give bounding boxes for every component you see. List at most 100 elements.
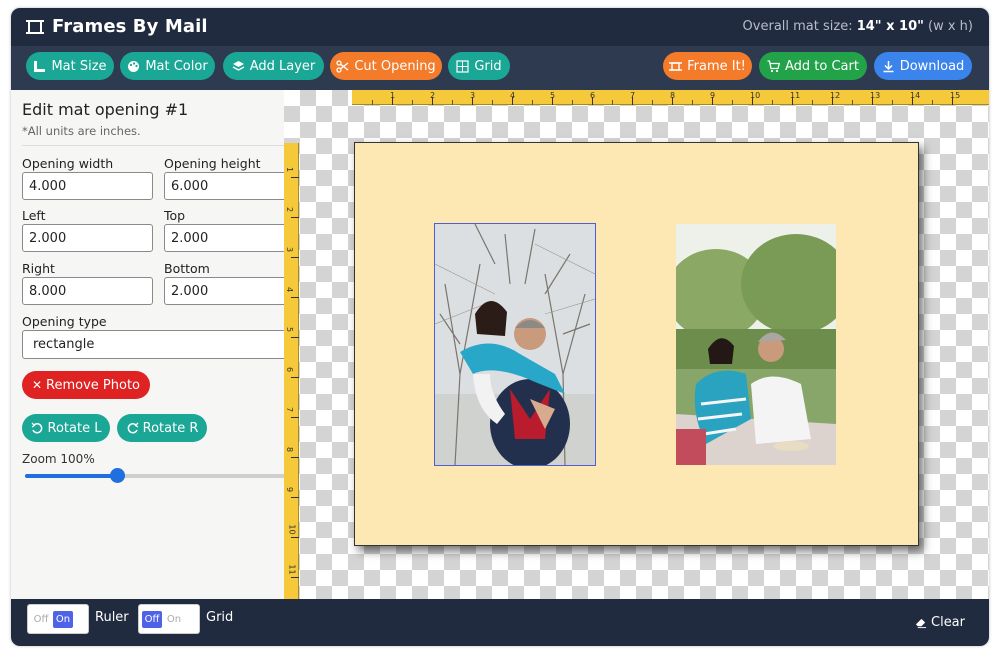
download-icon [883,60,894,72]
bottom-bar: Off On Ruler Off On Grid Clear [11,599,989,646]
frame-it-button[interactable]: Frame It! [663,52,752,80]
left-ruler: 1 2 3 4 5 6 7 8 9 10 11 [284,143,299,599]
cut-opening-label: Cut Opening [354,58,436,74]
zoom-slider-fill [25,474,117,478]
opening-type-value: rectangle [33,337,95,352]
top-label: Top [164,208,186,223]
clear-button[interactable]: Clear [915,615,965,630]
mat-size-button[interactable]: Mat Size [26,52,114,80]
units-note: *All units are inches. [22,124,141,138]
opening-height-input[interactable] [164,172,284,200]
ruler-tick [612,100,613,105]
ruler-tick [772,100,773,105]
top-input[interactable] [164,224,284,252]
ruler-tick [291,577,299,578]
ruler-tick-label: 1 [390,91,396,100]
ruler-tick-label: 9 [710,91,716,100]
ruler-tick [452,100,453,105]
ruler-tick [852,100,853,105]
rotate-left-button[interactable]: Rotate L [22,414,110,442]
opening-width-input[interactable] [22,172,153,200]
ruler-tick-label: 2 [430,91,436,100]
layers-icon [232,60,245,71]
ruler-tick-label: 10 [287,524,297,535]
grid-toggle[interactable]: Off On [138,604,200,634]
toolbar: Mat Size Mat Color Add Layer Cut Opening… [11,46,989,90]
ruler-tick [692,100,693,105]
opening-height-label: Opening height [164,156,261,171]
remove-photo-button[interactable]: ✕ Remove Photo [22,371,150,399]
right-input[interactable] [22,277,153,305]
ruler-tick-label: 7 [285,406,295,413]
ruler-tick [291,217,299,218]
mat-color-button[interactable]: Mat Color [120,52,215,80]
cart-icon [767,59,780,72]
ruler-tick-label: 2 [285,206,295,213]
ruler-tick [291,457,299,458]
ruler-tick-label: 8 [670,91,676,100]
grid-toggle-on[interactable]: On [164,611,184,628]
ruler-tick-label: 15 [950,91,961,100]
ruler-tick [291,297,299,298]
ruler-tick [652,100,653,105]
ruler-toggle[interactable]: Off On [27,604,89,634]
opening-type-select[interactable]: rectangle [22,330,284,359]
ruler-icon [34,60,46,72]
add-layer-button[interactable]: Add Layer [223,52,324,80]
top-ruler: 1 2 3 4 5 6 7 8 9 10 11 12 13 14 15 [352,90,989,105]
ruler-tick-label: 7 [630,91,636,100]
ruler-tick-label: 5 [550,91,556,100]
frame-it-label: Frame It! [687,58,746,74]
cut-opening-button[interactable]: Cut Opening [330,52,442,80]
ruler-tick-label: 10 [750,91,761,100]
opening-width-label: Opening width [22,156,114,171]
ruler-tick-label: 1 [285,166,295,173]
bottom-input[interactable] [164,277,284,305]
frame-icon [669,61,683,71]
ruler-tick-label: 4 [510,91,516,100]
edit-panel: Edit mat opening #1 *All units are inche… [11,90,284,599]
ruler-tick-label: 4 [285,286,295,293]
grid-toggle-label: Grid [206,610,234,625]
ruler-toggle-off[interactable]: Off [31,611,51,628]
scissors-icon [336,59,349,73]
mat-board[interactable] [354,142,919,546]
download-button[interactable]: Download [874,52,972,80]
mat-opening-2[interactable] [676,224,836,465]
ruler-tick-label: 6 [285,366,295,373]
rotate-left-icon [31,422,42,433]
mat-color-label: Mat Color [145,58,208,74]
ruler-tick-label: 13 [870,91,881,100]
app-title: Frames By Mail [52,16,208,37]
rotate-right-icon [127,422,139,433]
ruler-tick-label: 14 [910,91,921,100]
grid-button[interactable]: Grid [448,52,510,80]
ruler-tick-label: 5 [285,326,295,333]
photo-couple-picnic [676,224,836,465]
ruler-tick [291,337,299,338]
left-input[interactable] [22,224,153,252]
zoom-slider-handle[interactable] [110,468,125,483]
ruler-tick [532,100,533,105]
mat-canvas[interactable]: 1 2 3 4 5 6 7 8 9 10 11 12 13 14 15 1 2 3 4 5 6 7 8 9 10 11 [284,90,989,599]
app-window: Frames By Mail Overall mat size: 14" x 1… [11,8,989,646]
ruler-tick [812,100,813,105]
rotate-right-label: Rotate R [142,420,199,436]
eraser-icon [915,618,927,628]
zoom-label: Zoom 100% [22,452,95,466]
ruler-tick-label: 8 [285,446,295,453]
grid-icon [456,59,469,73]
panel-divider [22,145,284,146]
rotate-right-button[interactable]: Rotate R [117,414,207,442]
photo-couple-piggyback [435,224,595,465]
ruler-tick [492,100,493,105]
mat-size-info: Overall mat size: 14" x 10" (w x h) [743,19,973,34]
panel-heading: Edit mat opening #1 [22,100,189,119]
add-to-cart-button[interactable]: Add to Cart [759,52,867,80]
ruler-toggle-on[interactable]: On [53,611,73,628]
ruler-tick-label: 9 [285,486,295,493]
grid-toggle-off[interactable]: Off [142,611,162,628]
clear-label: Clear [931,615,965,630]
remove-photo-label: Remove Photo [46,377,141,393]
mat-opening-1[interactable] [434,223,596,466]
